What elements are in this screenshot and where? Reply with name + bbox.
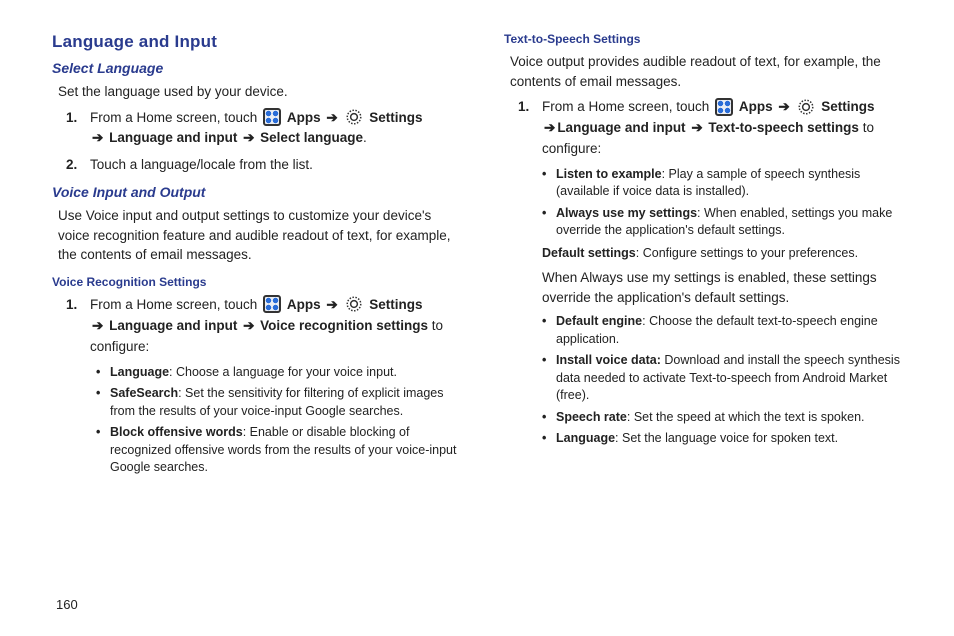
arrow-icon: ➔ xyxy=(776,99,791,114)
bullet-label: Always use my settings xyxy=(556,206,697,220)
bullet-body: : Choose a language for your voice input… xyxy=(169,365,397,379)
apps-label: Apps xyxy=(287,297,321,312)
tts-bullet-language: • Language: Set the language voice for s… xyxy=(542,430,912,448)
arrow-icon: ➔ xyxy=(324,297,339,312)
bullet-icon: • xyxy=(96,424,110,477)
tts-step-1: 1. From a Home screen, touch Apps ➔ Sett… xyxy=(518,97,912,160)
step-text-a: From a Home screen, touch xyxy=(90,297,261,312)
tts-bullet-default-engine: • Default engine: Choose the default tex… xyxy=(542,313,912,348)
settings-label: Settings xyxy=(369,297,422,312)
vrs-bullet-safesearch: • SafeSearch: Set the sensitivity for fi… xyxy=(96,385,460,420)
step-number: 1. xyxy=(66,108,90,150)
bullet-icon: • xyxy=(542,166,556,201)
tts-default-settings-extra: When Always use my settings is enabled, … xyxy=(542,268,912,307)
manual-page: Language and Input Select Language Set t… xyxy=(0,0,954,636)
vrs-bullet-language: • Language: Choose a language for your v… xyxy=(96,364,460,382)
apps-icon xyxy=(715,98,733,116)
right-column: Text-to-Speech Settings Voice output pro… xyxy=(504,32,912,626)
bullet-icon: • xyxy=(542,352,556,405)
voice-io-intro: Use Voice input and output settings to c… xyxy=(58,206,460,265)
vrs-bullet-block-offensive: • Block offensive words: Enable or disab… xyxy=(96,424,460,477)
bullet-icon: • xyxy=(96,364,110,382)
tts-bullets-bottom: • Default engine: Choose the default tex… xyxy=(542,313,912,448)
tts-default-settings-line: Default settings: Configure settings to … xyxy=(542,244,912,262)
path-language-input: Language and input xyxy=(557,120,685,135)
bullet-label: Install voice data: xyxy=(556,353,661,367)
bullet-icon: • xyxy=(542,313,556,348)
heading-select-language: Select Language xyxy=(52,60,460,76)
bullet-label: Language xyxy=(110,365,169,379)
arrow-icon: ➔ xyxy=(241,318,256,333)
arrow-icon: ➔ xyxy=(542,120,557,135)
step-body: From a Home screen, touch Apps ➔ Setting… xyxy=(90,108,460,150)
settings-icon xyxy=(345,295,363,313)
bullet-label: Default engine xyxy=(556,314,642,328)
tts-bullet-speech-rate: • Speech rate: Set the speed at which th… xyxy=(542,409,912,427)
select-language-intro: Set the language used by your device. xyxy=(58,82,460,102)
apps-label: Apps xyxy=(287,110,321,125)
step-body: Touch a language/locale from the list. xyxy=(90,155,460,176)
bullet-label: Language xyxy=(556,431,615,445)
arrow-icon: ➔ xyxy=(241,130,256,145)
bullet-label: Block offensive words xyxy=(110,425,243,439)
step-number: 1. xyxy=(518,97,542,160)
bullet-body: : Set the speed at which the text is spo… xyxy=(627,410,865,424)
bullet-icon: • xyxy=(542,205,556,240)
heading-language-and-input: Language and Input xyxy=(52,32,460,52)
select-language-step-2: 2. Touch a language/locale from the list… xyxy=(66,155,460,176)
path-language-input: Language and input xyxy=(109,318,237,333)
bullet-icon: • xyxy=(542,430,556,448)
tts-bullet-always-use: • Always use my settings: When enabled, … xyxy=(542,205,912,240)
heading-voice-recognition-settings: Voice Recognition Settings xyxy=(52,275,460,289)
bullet-label: Speech rate xyxy=(556,410,627,424)
settings-icon xyxy=(797,98,815,116)
arrow-icon: ➔ xyxy=(90,318,105,333)
bullet-label: Listen to example xyxy=(556,167,662,181)
apps-icon xyxy=(263,295,281,313)
apps-label: Apps xyxy=(739,99,773,114)
path-language-input: Language and input xyxy=(109,130,237,145)
heading-voice-input-output: Voice Input and Output xyxy=(52,184,460,200)
step-number: 2. xyxy=(66,155,90,176)
bullet-icon: • xyxy=(96,385,110,420)
arrow-icon: ➔ xyxy=(324,110,339,125)
left-column: Language and Input Select Language Set t… xyxy=(52,32,460,626)
arrow-icon: ➔ xyxy=(90,130,105,145)
bullet-body: : Set the language voice for spoken text… xyxy=(615,431,838,445)
step-body: From a Home screen, touch Apps ➔ Setting… xyxy=(542,97,912,160)
default-settings-label: Default settings xyxy=(542,246,636,260)
arrow-icon: ➔ xyxy=(689,120,704,135)
tts-bullets-top: • Listen to example: Play a sample of sp… xyxy=(542,166,912,240)
default-settings-body: : Configure settings to your preferences… xyxy=(636,246,858,260)
settings-label: Settings xyxy=(821,99,874,114)
vrs-step-1: 1. From a Home screen, touch Apps ➔ Sett… xyxy=(66,295,460,358)
select-language-step-1: 1. From a Home screen, touch Apps ➔ Sett… xyxy=(66,108,460,150)
step-number: 1. xyxy=(66,295,90,358)
vrs-bullets: • Language: Choose a language for your v… xyxy=(90,364,460,477)
heading-text-to-speech: Text-to-Speech Settings xyxy=(504,32,912,46)
path-voice-recognition: Voice recognition settings xyxy=(260,318,428,333)
step-body: From a Home screen, touch Apps ➔ Setting… xyxy=(90,295,460,358)
step-text-a: From a Home screen, touch xyxy=(90,110,261,125)
step-text-a: From a Home screen, touch xyxy=(542,99,713,114)
settings-label: Settings xyxy=(369,110,422,125)
tts-bullet-listen: • Listen to example: Play a sample of sp… xyxy=(542,166,912,201)
apps-icon xyxy=(263,108,281,126)
page-number: 160 xyxy=(56,597,78,612)
tts-intro: Voice output provides audible readout of… xyxy=(510,52,912,91)
path-select-language: Select language xyxy=(260,130,363,145)
tts-bullet-install-voice: • Install voice data: Download and insta… xyxy=(542,352,912,405)
path-tts-settings: Text-to-speech settings xyxy=(708,120,859,135)
settings-icon xyxy=(345,108,363,126)
bullet-label: SafeSearch xyxy=(110,386,178,400)
period: . xyxy=(363,130,367,145)
bullet-icon: • xyxy=(542,409,556,427)
